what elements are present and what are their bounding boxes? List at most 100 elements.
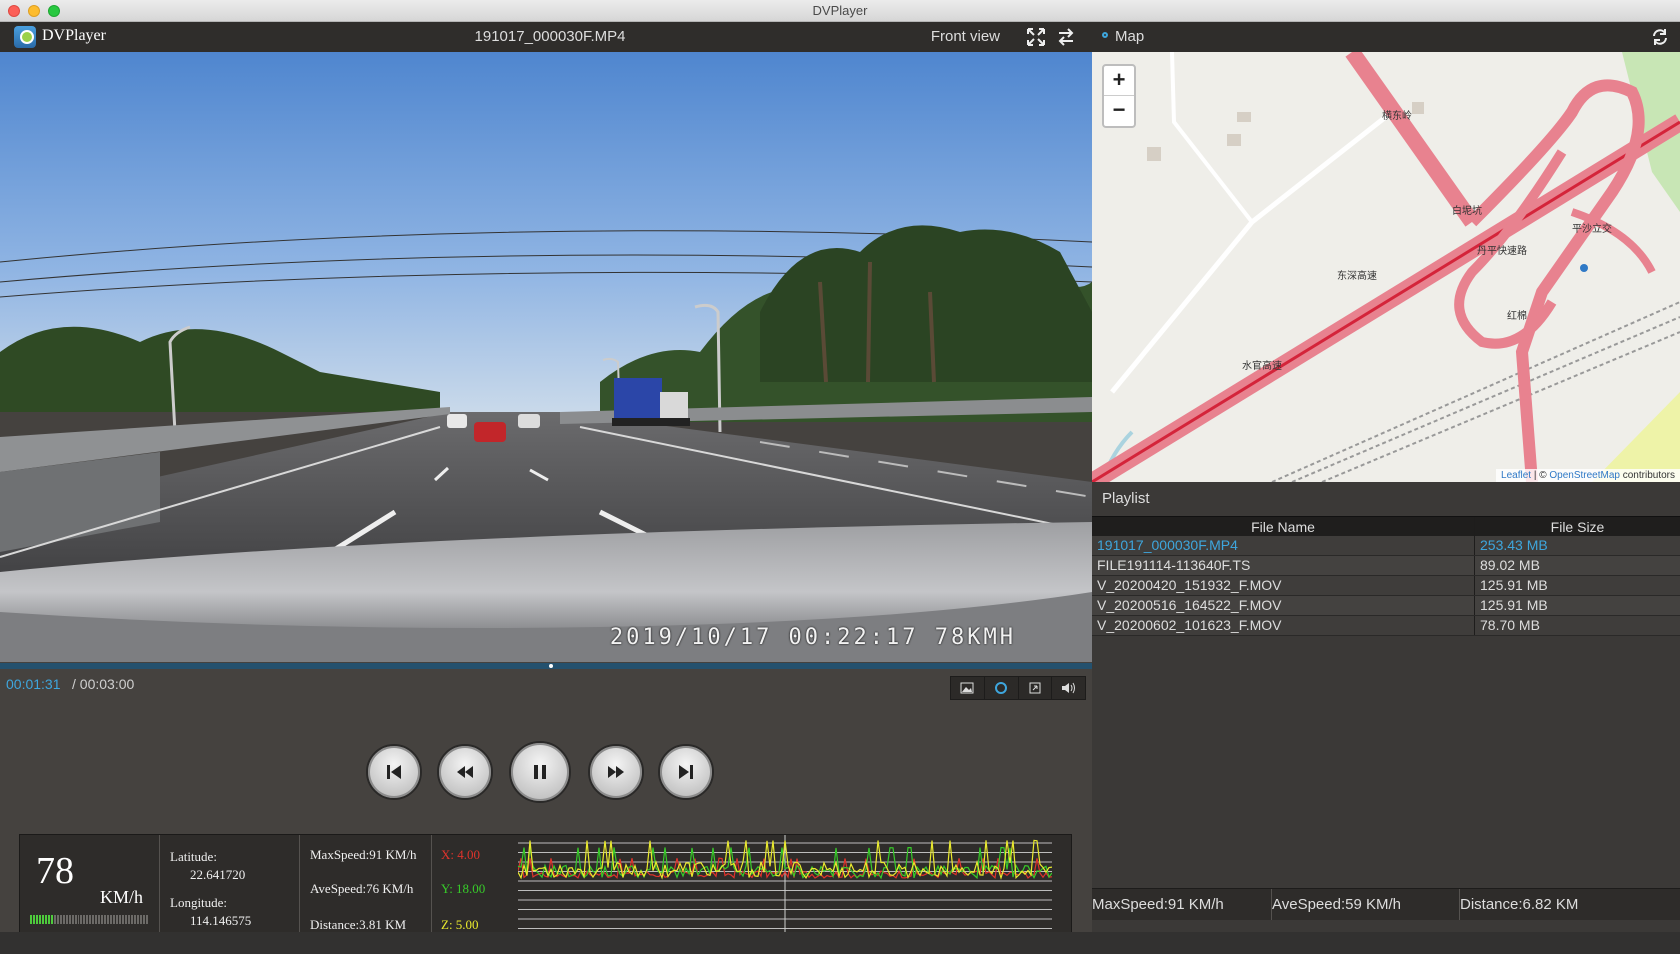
fast-forward-button[interactable] <box>588 744 644 800</box>
speed-segment <box>133 915 136 924</box>
seek-bar[interactable] <box>0 663 1092 669</box>
attribution-separator: | © <box>1531 470 1550 481</box>
zoom-in-button[interactable]: + <box>1104 66 1134 96</box>
speed-segment <box>38 915 41 924</box>
playlist-file-name: V_20200516_164522_F.MOV <box>1092 596 1475 615</box>
speed-segment <box>127 915 130 924</box>
skip-next-icon <box>679 765 693 779</box>
speed-segment <box>107 915 110 924</box>
speed-segment <box>104 915 107 924</box>
playlist-row[interactable]: V_20200602_101623_F.MOV 78.70 MB <box>1092 616 1680 636</box>
playlist-rows: 191017_000030F.MP4 253.43 MB FILE191114-11… <box>1092 536 1680 636</box>
column-file-size[interactable]: File Size <box>1475 517 1680 536</box>
speed-segment <box>35 915 38 924</box>
playlist-file-name: FILE191114-113640F.TS <box>1092 556 1475 575</box>
gps-cell: Latitude: 22.641720 Longitude: 114.14657… <box>160 835 300 935</box>
rewind-button[interactable] <box>437 744 493 800</box>
speed-segment <box>142 915 145 924</box>
map-view[interactable]: + − Leaflet | © OpenStreetMap contributo… <box>1092 52 1680 482</box>
close-window-button[interactable] <box>8 5 20 17</box>
map-pin-icon <box>1102 32 1108 38</box>
speed-segment <box>80 915 83 924</box>
playlist-row[interactable]: FILE191114-113640F.TS 89.02 MB <box>1092 556 1680 576</box>
current-time: 00:01:31 <box>6 676 61 692</box>
playlist-header: Playlist <box>1092 482 1680 516</box>
map-attribution: Leaflet | © OpenStreetMap contributors <box>1496 469 1680 482</box>
side-panel: Map + − Leaflet | © OpenStreetMap contri… <box>1092 22 1680 932</box>
speed-segment <box>122 915 124 924</box>
leaflet-link[interactable]: Leaflet <box>1501 470 1531 481</box>
osm-link[interactable]: OpenStreetMap <box>1549 470 1620 481</box>
playlist-file-name: 191017_000030F.MP4 <box>1092 536 1475 555</box>
fullscreen-icon[interactable] <box>1026 27 1046 47</box>
longitude-value: 114.146575 <box>190 913 252 928</box>
summary-distance: Distance:6.82 KM <box>1460 896 1579 913</box>
playlist-table-header: File Name File Size <box>1092 516 1680 536</box>
map-title: Map <box>1115 28 1145 45</box>
map-place-label: 横东岭 <box>1382 111 1412 122</box>
zoom-window-button[interactable] <box>48 5 60 17</box>
skip-previous-icon <box>387 765 401 779</box>
speed-segment <box>136 915 139 924</box>
expand-icon[interactable] <box>1019 677 1053 699</box>
column-file-name[interactable]: File Name <box>1092 517 1475 536</box>
speed-segment <box>92 915 95 924</box>
speed-segment <box>71 915 74 924</box>
previous-button[interactable] <box>366 744 422 800</box>
speed-segment <box>44 915 47 924</box>
speed-segment <box>86 915 89 924</box>
next-button[interactable] <box>658 744 714 800</box>
player-header: DVPlayer 191017_000030F.MP4 Front view <box>0 22 1092 52</box>
minimize-window-button[interactable] <box>28 5 40 17</box>
map-place-label: 水官高速 <box>1242 361 1282 372</box>
speed-unit: KM/h <box>100 887 144 907</box>
speed-segment <box>116 915 119 924</box>
trip-ave-speed: AveSpeed:76 KM/h <box>310 881 414 896</box>
dashcam-scene-image <box>0 52 1092 662</box>
map-header: Map <box>1092 22 1680 52</box>
playlist-file-size: 125.91 MB <box>1480 577 1548 593</box>
map-place-label: 红棉 <box>1507 311 1527 322</box>
pause-icon <box>534 765 546 779</box>
speed-segment <box>110 915 113 924</box>
speed-segment <box>68 915 71 924</box>
playlist-table: File Name File Size 191017_000030F.MP4 25… <box>1092 516 1680 636</box>
snapshot-icon[interactable] <box>951 677 985 699</box>
trip-max-speed: MaxSpeed:91 KM/h <box>310 847 417 862</box>
speed-segment <box>30 915 32 924</box>
attribution-tail: contributors <box>1619 470 1675 481</box>
speed-level-bar <box>30 915 148 924</box>
video-tools <box>950 676 1086 700</box>
speed-cell: 78 KM/h <box>20 835 160 935</box>
map-place-label: 平沙立交 <box>1572 224 1612 235</box>
switch-camera-icon[interactable] <box>1056 27 1076 47</box>
summary-max-speed: MaxSpeed:91 KM/h <box>1092 889 1272 920</box>
playlist-file-size: 125.91 MB <box>1480 597 1548 613</box>
playlist-file-name: V_20200602_101623_F.MOV <box>1092 616 1475 635</box>
video-frame[interactable]: 2019/10/17 00:22:17 78KMH <box>0 52 1092 662</box>
longitude-label: Longitude: <box>170 895 228 910</box>
pause-button[interactable] <box>509 741 571 803</box>
speed-segment <box>59 915 62 924</box>
playlist-file-size: 253.43 MB <box>1480 537 1548 553</box>
speed-segment <box>139 915 142 924</box>
playlist-row[interactable]: 191017_000030F.MP4 253.43 MB <box>1092 536 1680 556</box>
gsensor-graph <box>518 835 1052 935</box>
speed-segment <box>32 915 35 924</box>
playlist-title: Playlist <box>1102 490 1150 507</box>
view-label: Front view <box>930 28 1000 45</box>
video-timestamp-overlay: 2019/10/17 00:22:17 78KMH <box>609 625 1016 650</box>
rotate-icon[interactable] <box>985 677 1019 699</box>
playlist-file-name: V_20200420_151932_F.MOV <box>1092 576 1475 595</box>
seek-knob[interactable] <box>549 664 554 668</box>
playlist-row[interactable]: V_20200420_151932_F.MOV 125.91 MB <box>1092 576 1680 596</box>
speed-segment <box>125 915 127 924</box>
zoom-out-button[interactable]: − <box>1104 96 1134 126</box>
volume-icon[interactable] <box>1052 677 1085 699</box>
playlist-row[interactable]: V_20200516_164522_F.MOV 125.91 MB <box>1092 596 1680 616</box>
refresh-icon[interactable] <box>1650 27 1670 47</box>
speed-segment <box>62 915 65 924</box>
rewind-icon <box>457 766 473 778</box>
speed-segment <box>101 915 104 924</box>
telemetry-panel: 78 KM/h Latitude: 22.641720 Longitude: 1… <box>19 834 1072 936</box>
